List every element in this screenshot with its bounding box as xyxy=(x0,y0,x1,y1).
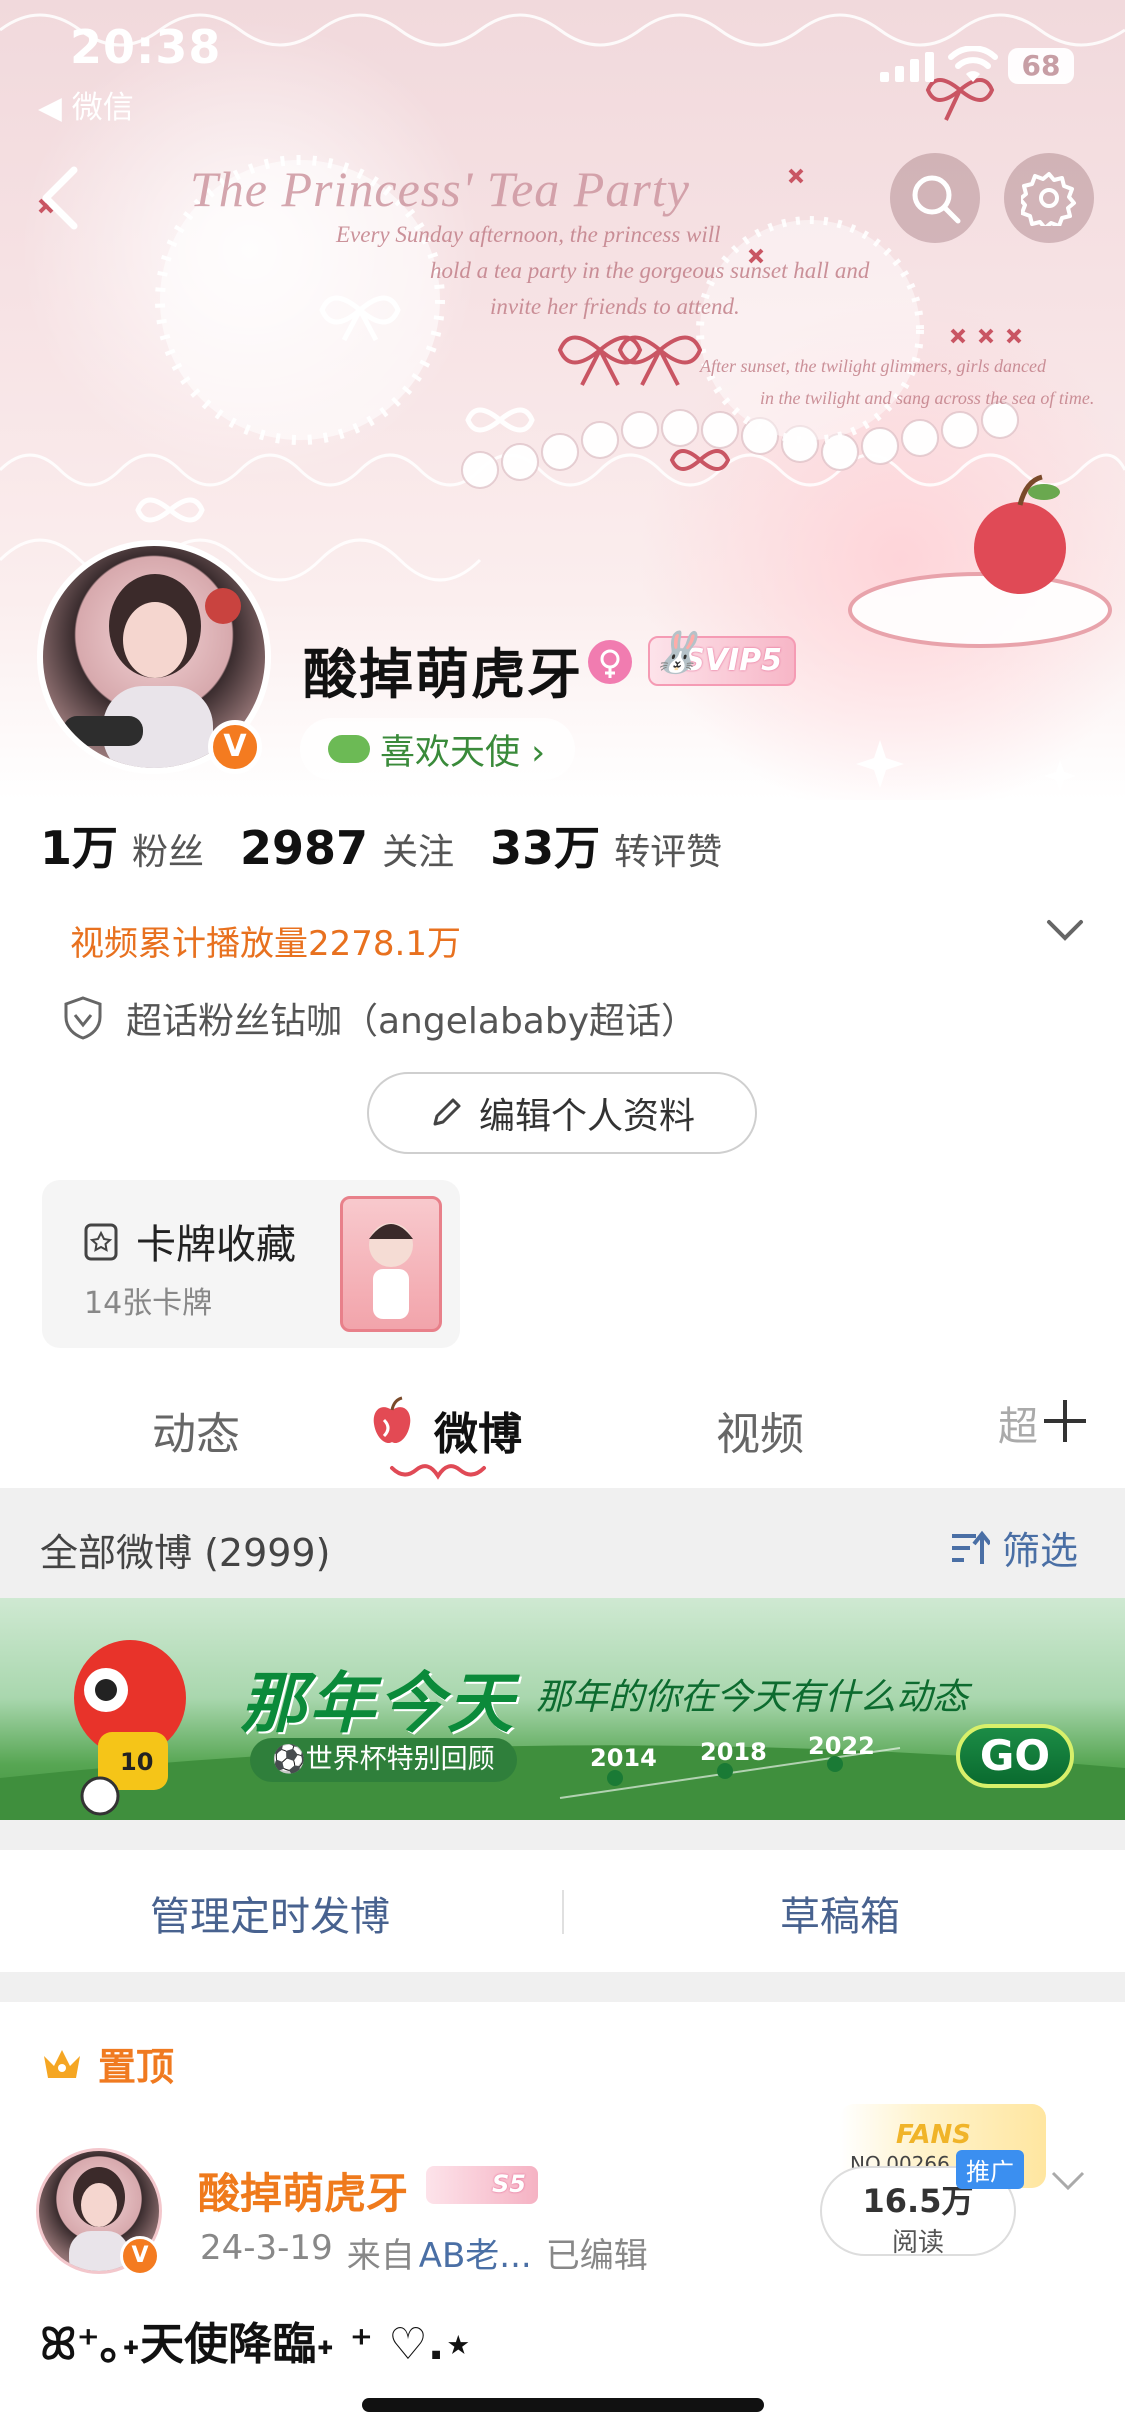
stat-followers[interactable]: 1万 粉丝 xyxy=(40,812,204,878)
settings-button[interactable] xyxy=(1004,153,1094,243)
fans-label: FANS xyxy=(896,2120,972,2150)
tab-video[interactable]: 视频 xyxy=(716,1398,804,1462)
shield-icon xyxy=(64,996,102,1040)
stat-number: 33万 xyxy=(490,821,601,875)
post-date: 24-3-19 xyxy=(200,2228,333,2268)
filter-label: 筛选 xyxy=(1002,1529,1079,1573)
profile-stats: 1万 粉丝 2987 关注 33万 转评赞 xyxy=(40,812,722,878)
divider xyxy=(562,1890,564,1934)
scheduled-posts-button[interactable]: 管理定时发博 xyxy=(150,1884,390,1942)
year-label: 2018 xyxy=(700,1738,767,1766)
female-symbol-icon xyxy=(600,649,620,678)
card-icon xyxy=(84,1223,118,1261)
post-author-name[interactable]: 酸掉萌虎牙 xyxy=(198,2160,408,2221)
post-source[interactable]: AB老... xyxy=(419,2228,532,2277)
tab-super-topic[interactable]: 超 xyxy=(998,1394,1038,1452)
filter-icon xyxy=(952,1530,990,1564)
edit-profile-button[interactable]: 编辑个人资料 xyxy=(367,1072,757,1154)
stat-following[interactable]: 2987 关注 xyxy=(240,821,454,875)
filter-button[interactable]: 筛选 xyxy=(950,1520,1078,1575)
bunny-icon: 🐰 xyxy=(652,630,702,676)
svip-level-badge: S5 xyxy=(426,2166,538,2204)
cover-text-line: Every Sunday afternoon, the princess wil… xyxy=(336,222,721,247)
stat-label: 关注 xyxy=(382,832,455,873)
pinned-text: 置顶 xyxy=(98,2045,175,2089)
back-to-wechat-link[interactable]: ◀ 微信 xyxy=(38,82,134,127)
promote-badge[interactable]: 推广 xyxy=(956,2150,1024,2189)
super-topic-badge[interactable]: 超话粉丝钻咖（angelababy超话） xyxy=(62,992,697,1044)
card-title-label: 卡牌收藏 xyxy=(136,1222,296,1268)
tab-dynamics[interactable]: 动态 xyxy=(152,1398,240,1462)
year-label: 2014 xyxy=(590,1744,657,1772)
status-bar: 20:38 ◀ 微信 68 xyxy=(0,0,1125,126)
cloud-icon xyxy=(328,735,370,763)
stat-number: 2987 xyxy=(240,821,369,875)
female-gender-icon xyxy=(588,640,632,684)
verified-badge-icon: V xyxy=(208,720,262,774)
read-count-label: 阅读 xyxy=(891,2228,944,2258)
post-source-prefix: 来自 xyxy=(346,2236,415,2276)
video-play-count: 视频累计播放量2278.1万 xyxy=(70,924,461,964)
svip-badge[interactable]: 🐰 SVIP5 xyxy=(648,630,796,686)
pencil-icon xyxy=(433,1098,461,1126)
profile-page: The Princess' Tea Party Every Sunday aft… xyxy=(0,0,1125,2436)
cover-title: The Princess' Tea Party xyxy=(190,161,690,217)
search-icon xyxy=(912,175,961,224)
wifi-icon xyxy=(948,46,998,82)
cover-text-line: in the twilight and sang across the sea … xyxy=(760,388,1095,408)
cellular-signal-icon xyxy=(880,52,934,82)
mascot-jersey-number: 10 xyxy=(120,1748,154,1776)
fan-tag-button[interactable]: 喜欢天使 › xyxy=(300,718,576,780)
card-collection-title: 卡牌收藏 xyxy=(82,1212,296,1270)
add-tab-icon[interactable] xyxy=(1040,1396,1090,1446)
go-button[interactable]: GO xyxy=(956,1724,1074,1788)
post-meta: 24-3-19 来自 AB老... 已编辑 xyxy=(200,2228,648,2277)
card-count: 14张卡牌 xyxy=(84,1286,213,1321)
apple-icon xyxy=(373,1396,411,1444)
stat-likes[interactable]: 33万 转评赞 xyxy=(490,812,722,878)
all-weibo-count[interactable]: 全部微博 (2999) xyxy=(40,1522,330,1577)
pinned-label: 置顶 xyxy=(40,2036,174,2091)
card-thumbnail[interactable] xyxy=(340,1196,442,1332)
post-edited: 已编辑 xyxy=(545,2236,648,2276)
home-indicator[interactable] xyxy=(362,2398,764,2412)
divider xyxy=(0,1820,1125,1850)
gear-icon xyxy=(1021,172,1076,226)
banner-subtitle: 那年的你在今天有什么动态 xyxy=(536,1677,969,1718)
verified-badge-icon: V xyxy=(120,2236,160,2276)
cover-text-line: invite her friends to attend. xyxy=(490,294,740,319)
chevron-down-icon[interactable] xyxy=(1045,918,1085,942)
memory-banner[interactable]: 10 那年今天 那年的你在今天有什么动态 ⚽世界杯特别回顾 2014 2018 … xyxy=(0,1598,1125,1820)
battery-indicator: 68 xyxy=(1008,48,1074,84)
banner-title: 那年今天 xyxy=(240,1665,516,1742)
tab-weibo[interactable]: 微博 xyxy=(434,1398,522,1462)
divider xyxy=(0,1972,1125,2002)
status-time: 20:38 xyxy=(70,20,222,74)
profile-tabs: 动态 微博 视频 xyxy=(0,1370,1125,1480)
cover-text-line: After sunset, the twilight glimmers, gir… xyxy=(700,356,1046,376)
world-cup-chip: ⚽世界杯特别回顾 xyxy=(250,1738,517,1782)
chevron-down-icon[interactable] xyxy=(1050,2170,1086,2192)
profile-nickname: 酸掉萌虎牙 xyxy=(303,643,583,706)
post-content: ꕤ⁺｡˖天使降臨˖ ⁺ ♡.⋆ xyxy=(40,2319,473,2370)
stat-number: 1万 xyxy=(40,821,119,875)
card-character-image xyxy=(369,1223,413,1319)
search-button[interactable] xyxy=(890,153,980,243)
year-label: 2022 xyxy=(808,1732,875,1760)
fan-tag-label: 喜欢天使 › xyxy=(380,732,546,773)
super-topic-label: 超话粉丝钻咖（angelababy超话） xyxy=(126,1001,698,1042)
drafts-button[interactable]: 草稿箱 xyxy=(780,1884,900,1942)
edit-profile-label: 编辑个人资料 xyxy=(478,1096,695,1137)
crown-icon xyxy=(44,2049,80,2078)
stat-label: 转评赞 xyxy=(614,832,723,873)
tab-active-indicator xyxy=(390,1464,486,1480)
cover-text-line: hold a tea party in the gorgeous sunset … xyxy=(430,258,870,283)
back-arrow-icon[interactable] xyxy=(30,162,90,234)
stat-label: 粉丝 xyxy=(132,832,205,873)
